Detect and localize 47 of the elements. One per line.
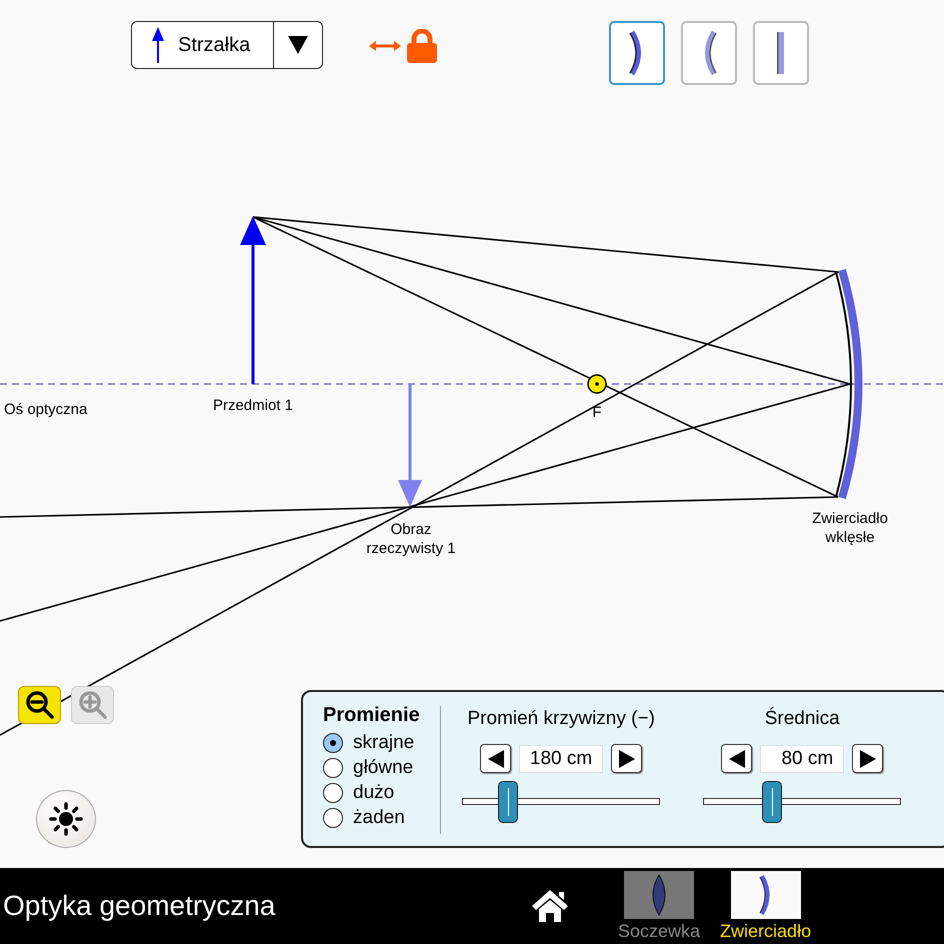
- value-display: 80 cm: [760, 744, 844, 772]
- slider-thumb[interactable]: [498, 781, 518, 823]
- increment-button[interactable]: [852, 744, 884, 773]
- radio-button[interactable]: [323, 758, 343, 778]
- mirror-type-button[interactable]: [609, 21, 665, 85]
- mirror-type-button[interactable]: [753, 21, 809, 85]
- radio-button[interactable]: [323, 808, 343, 828]
- image-label: Obraz rzeczywisty 1: [366, 521, 456, 557]
- slider[interactable]: [462, 781, 660, 823]
- ray-option[interactable]: główne: [323, 757, 420, 779]
- ray-option[interactable]: skrajne: [323, 732, 420, 754]
- ray-option[interactable]: żaden: [323, 807, 420, 829]
- right-triangle-icon: [860, 750, 876, 768]
- lock-icon[interactable]: [407, 29, 437, 63]
- control-label: Promień krzywizny (−): [468, 708, 655, 730]
- slider[interactable]: [703, 781, 902, 823]
- focal-point: [587, 374, 607, 394]
- radio-button[interactable]: [323, 783, 343, 803]
- axis-label: Oś optyczna: [4, 401, 88, 418]
- decrement-button[interactable]: [721, 744, 752, 773]
- zoom-in-icon: [78, 690, 108, 720]
- increment-button[interactable]: [611, 744, 642, 773]
- zoom-out-button[interactable]: [18, 686, 61, 724]
- rays-title: Promienie: [323, 704, 420, 727]
- mirror-label: Zwierciadło wklęsłe: [812, 510, 888, 546]
- double-arrow-icon[interactable]: [369, 40, 401, 52]
- decrement-button[interactable]: [480, 744, 512, 773]
- right-triangle-icon: [618, 750, 635, 768]
- app-title: Optyka geometryczna: [2, 890, 276, 922]
- focus-label: F: [592, 404, 602, 421]
- left-triangle-icon: [488, 750, 504, 768]
- arrow-icon: [152, 27, 164, 63]
- zoom-out-icon: [24, 690, 54, 720]
- sun-icon: [49, 802, 83, 836]
- flat-mirror-icon: [777, 30, 785, 76]
- left-triangle-icon: [728, 750, 745, 768]
- caret-icon: [288, 36, 308, 54]
- home-button[interactable]: [530, 888, 570, 924]
- ray-option[interactable]: dużo: [323, 782, 420, 804]
- radio-button[interactable]: [323, 733, 343, 753]
- object-label: Przedmiot 1: [212, 397, 294, 414]
- control-label: Średnica: [764, 708, 840, 730]
- slider-thumb[interactable]: [762, 781, 782, 823]
- mirror-type-button[interactable]: [681, 21, 737, 85]
- home-icon: [530, 888, 570, 922]
- object-dropdown[interactable]: Strzałka: [131, 21, 323, 69]
- value-display: 180 cm: [519, 744, 604, 772]
